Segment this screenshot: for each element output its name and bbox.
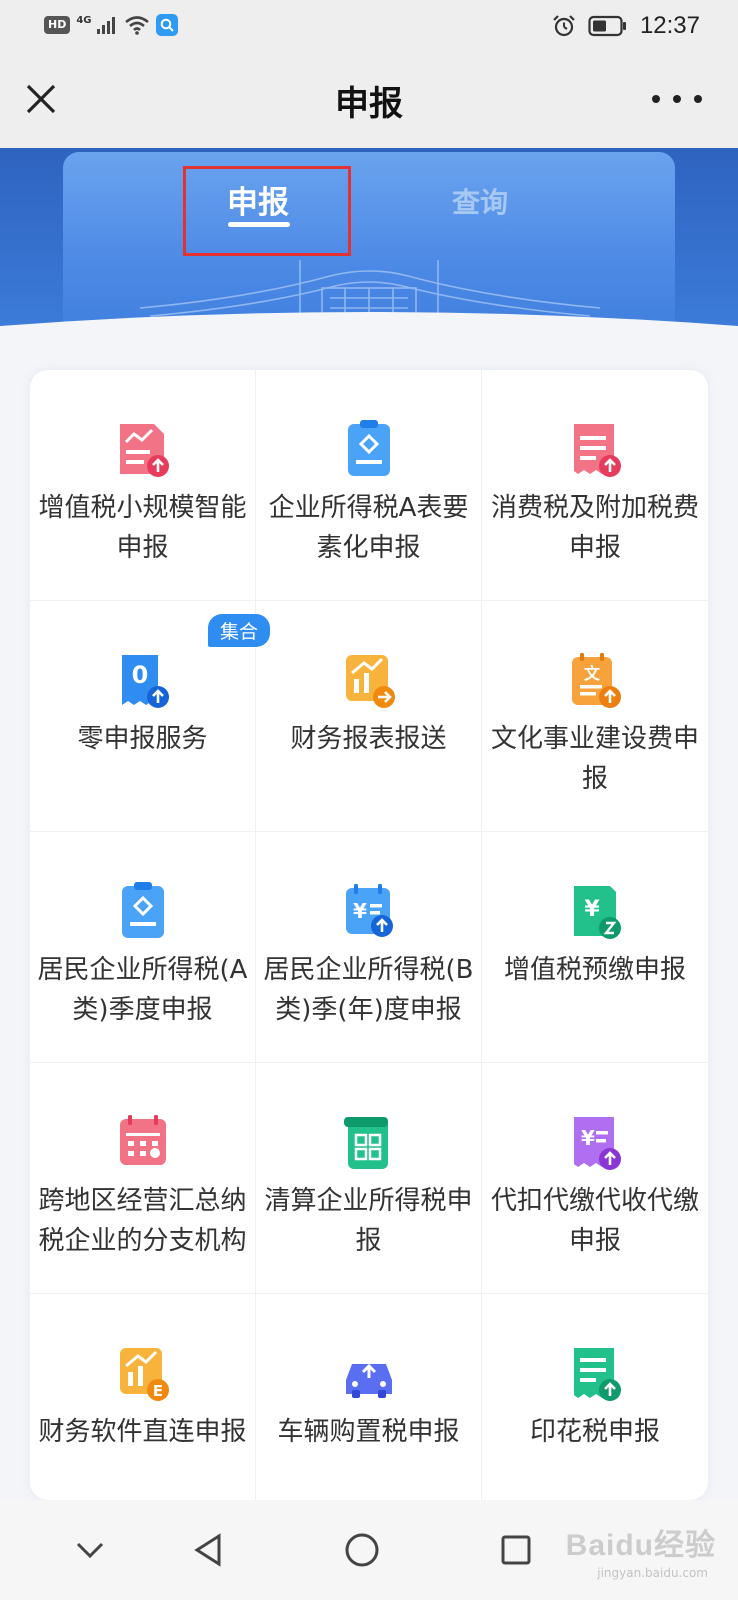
recents-icon: [501, 1535, 531, 1565]
more-button[interactable]: [652, 86, 702, 112]
culture-fee-icon: 文: [572, 653, 621, 708]
status-left: HD 4G: [44, 14, 178, 36]
service-label: 跨地区经营汇总纳税企业的分支机构: [38, 1186, 247, 1256]
nav-home-button[interactable]: [334, 1522, 390, 1578]
service-item-culture-fee[interactable]: 文 文化事业建设费申报: [482, 601, 708, 832]
service-label: 财务报表报送: [290, 724, 447, 754]
service-label: 清算企业所得税申报: [264, 1186, 473, 1256]
service-label: 代扣代缴代收代缴申报: [490, 1186, 699, 1256]
service-item-vat-small[interactable]: 增值税小规模智能申报: [30, 370, 256, 601]
chevron-down-icon: [76, 1542, 104, 1559]
service-label: 增值税预缴申报: [503, 955, 686, 985]
svg-text:E: E: [153, 1382, 163, 1400]
resident-tax-a-icon: [122, 882, 164, 938]
service-item-financial-report[interactable]: 财务报表报送: [256, 601, 482, 832]
status-time: 12:37: [639, 12, 700, 39]
service-item-resident-tax-a[interactable]: 居民企业所得税(A类)季度申报: [30, 832, 256, 1063]
service-item-liquidation-tax[interactable]: 清算企业所得税申报: [256, 1063, 482, 1294]
service-label: 企业所得税A表要素化申报: [268, 493, 469, 563]
more-dot: [694, 95, 702, 103]
service-item-cross-region[interactable]: 跨地区经营汇总纳税企业的分支机构: [30, 1063, 256, 1294]
svg-text:0: 0: [132, 661, 149, 689]
title-bar: 申报: [0, 52, 738, 148]
service-label: 文化事业建设费申报: [490, 724, 699, 794]
stamp-tax-icon: [574, 1348, 621, 1401]
service-grid: 增值税小规模智能申报 企业所得税A表要素化申报 消费税及附加税费申报 0 零申报…: [30, 370, 708, 1500]
service-label: 消费税及附加税费申报: [490, 493, 699, 563]
tab-query[interactable]: 查询: [444, 181, 516, 221]
zero-declare-icon: 0: [122, 655, 169, 708]
status-bar: HD 4G 12:37: [0, 0, 738, 52]
financial-report-icon: [346, 655, 395, 708]
service-item-resident-tax-b[interactable]: ¥ 居民企业所得税(B类)季(年)度申报: [256, 832, 482, 1063]
nav-back-button[interactable]: [180, 1522, 236, 1578]
withholding-icon: ¥: [574, 1117, 621, 1170]
service-label: 财务软件直连申报: [38, 1417, 247, 1447]
more-dot: [673, 95, 681, 103]
service-item-corp-tax-a[interactable]: 企业所得税A表要素化申报: [256, 370, 482, 601]
vat-small-icon: [120, 424, 169, 477]
service-item-vat-prepay[interactable]: ¥ 增值税预缴申报: [482, 832, 708, 1063]
building-illustration: [0, 260, 738, 408]
service-item-vehicle-tax[interactable]: 车辆购置税申报: [256, 1294, 482, 1500]
status-right: 12:37: [552, 12, 700, 40]
service-label: 车辆购置税申报: [277, 1417, 460, 1447]
svg-text:文: 文: [584, 664, 601, 683]
service-item-consumption-tax[interactable]: 消费税及附加税费申报: [482, 370, 708, 601]
wifi-icon: [124, 16, 149, 35]
vehicle-tax-icon: [346, 1363, 392, 1398]
cross-region-icon: [120, 1115, 166, 1165]
software-direct-icon: E: [120, 1348, 169, 1401]
service-item-withholding[interactable]: ¥ 代扣代缴代收代缴申报: [482, 1063, 708, 1294]
svg-text:¥: ¥: [581, 1126, 595, 1150]
svg-text:¥: ¥: [353, 899, 367, 923]
service-label: 增值税小规模智能申报: [38, 493, 247, 563]
battery-icon: [588, 15, 626, 37]
home-icon: [345, 1533, 379, 1567]
service-item-stamp-tax[interactable]: 印花税申报: [482, 1294, 708, 1500]
search-app-icon: [155, 14, 178, 36]
signal-icon: [96, 17, 115, 34]
consumption-tax-icon: [574, 424, 621, 477]
hd-badge: HD: [44, 16, 71, 34]
nav-collapse-button[interactable]: [62, 1522, 118, 1578]
back-icon: [194, 1533, 221, 1567]
annotation-highlight-box: [183, 166, 351, 256]
svg-text:¥: ¥: [584, 897, 600, 922]
service-label: 居民企业所得税(A类)季度申报: [37, 955, 248, 1025]
liquidation-tax-icon: [344, 1117, 388, 1169]
collection-badge: 集合: [208, 614, 271, 647]
watermark-brand: Baidu经验: [565, 1529, 716, 1562]
resident-tax-b-icon: ¥: [346, 884, 393, 937]
banner: [0, 148, 738, 408]
page-title: 申报: [335, 84, 403, 124]
nav-recents-button[interactable]: [488, 1522, 544, 1578]
more-dot: [652, 95, 660, 103]
alarm-icon: [553, 15, 575, 37]
watermark-url: jingyan.baidu.com: [597, 1566, 708, 1580]
vat-prepay-icon: ¥: [574, 886, 621, 939]
network-type: 4G: [76, 14, 92, 26]
service-label: 居民企业所得税(B类)季(年)度申报: [263, 955, 474, 1025]
service-label: 印花税申报: [529, 1417, 660, 1447]
service-label: 零申报服务: [77, 724, 208, 754]
corp-tax-a-icon: [348, 420, 390, 476]
service-item-software-direct[interactable]: E 财务软件直连申报: [30, 1294, 256, 1500]
